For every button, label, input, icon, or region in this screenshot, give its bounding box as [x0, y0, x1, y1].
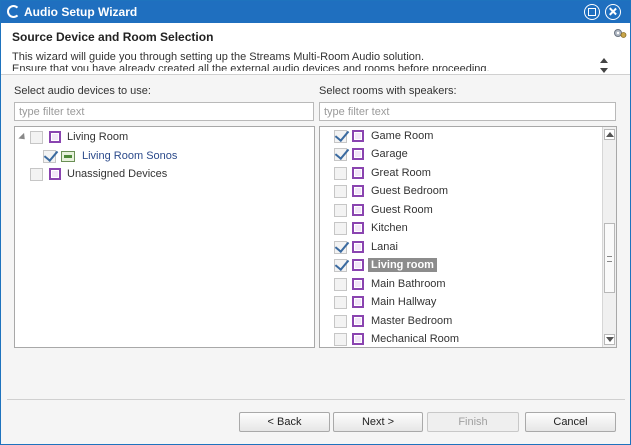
rooms-list: Game Room Garage Great Room Guest Bedroo… [319, 126, 617, 348]
room-icon [49, 168, 61, 180]
list-item-label: Kitchen [371, 222, 408, 234]
back-button[interactable]: < Back [239, 412, 330, 432]
list-item-label: Lanai [371, 241, 398, 253]
room-icon [352, 278, 364, 290]
room-icon [352, 148, 364, 160]
room-icon [352, 222, 364, 234]
footer-divider [7, 399, 625, 400]
list-item-label: Main Hallway [371, 296, 437, 308]
devices-label: Select audio devices to use: [14, 85, 151, 97]
description-line-1: This wizard will guide you through setti… [12, 51, 425, 63]
checkbox[interactable] [334, 296, 347, 309]
checkbox[interactable] [30, 168, 43, 181]
tree-item-label: Living Room [67, 131, 129, 143]
devices-filter-input[interactable] [14, 102, 314, 121]
next-button[interactable]: Next > [333, 412, 423, 432]
checkbox[interactable] [334, 185, 347, 198]
checkbox[interactable] [334, 130, 347, 143]
checkbox[interactable] [334, 222, 347, 235]
room-icon [352, 333, 364, 345]
scroll-up-icon[interactable] [604, 129, 615, 140]
wizard-gear-icon [614, 29, 627, 38]
wizard-header: Source Device and Room Selection This wi… [1, 23, 630, 75]
cancel-button[interactable]: Cancel [525, 412, 616, 432]
list-item-label: Game Room [371, 130, 434, 142]
room-icon [352, 296, 364, 308]
minimize-icon[interactable] [584, 4, 600, 20]
tree-item-label: Unassigned Devices [67, 168, 168, 180]
room-icon [352, 185, 364, 197]
room-icon [352, 315, 364, 327]
expand-arrow-icon[interactable] [18, 132, 28, 143]
checkbox[interactable] [334, 278, 347, 291]
page-description: This wizard will guide you through setti… [12, 51, 597, 71]
list-item-label: Master Bedroom [371, 315, 453, 327]
tree-item-label: Living Room Sonos [82, 150, 178, 162]
list-item-label: Mechanical Room [371, 333, 460, 345]
room-icon [49, 131, 61, 143]
devices-tree: Living Room Living Room Sonos Unassigned… [14, 126, 315, 348]
description-scroll-down-icon[interactable] [599, 67, 609, 75]
scrollbar-thumb[interactable] [604, 223, 615, 293]
app-logo-icon [7, 5, 20, 18]
list-item-label: Guest Room [371, 204, 433, 216]
list-item-label: Main Bathroom [371, 278, 446, 290]
close-icon[interactable] [605, 4, 621, 20]
rooms-scrollbar[interactable] [602, 127, 616, 347]
checkbox[interactable] [30, 131, 43, 144]
checkbox[interactable] [334, 241, 347, 254]
description-line-2: Ensure that you have already created all… [12, 63, 490, 71]
checkbox[interactable] [334, 333, 347, 346]
checkbox[interactable] [43, 150, 56, 163]
window-title: Audio Setup Wizard [24, 5, 138, 19]
description-scroll-up-icon[interactable] [599, 57, 609, 65]
list-item-label: Great Room [371, 167, 431, 179]
title-bar[interactable]: Audio Setup Wizard [1, 1, 630, 23]
page-title: Source Device and Room Selection [12, 30, 214, 44]
room-icon [352, 204, 364, 216]
checkbox[interactable] [334, 148, 347, 161]
scroll-down-icon[interactable] [604, 334, 615, 345]
list-item-label: Guest Bedroom [371, 185, 449, 197]
room-icon [352, 167, 364, 179]
checkbox[interactable] [334, 259, 347, 272]
checkbox[interactable] [334, 315, 347, 328]
wizard-window: Audio Setup Wizard Source Device and Roo… [0, 0, 631, 445]
room-icon [352, 241, 364, 253]
audio-device-icon [61, 151, 75, 162]
room-icon [352, 259, 364, 271]
rooms-filter-input[interactable] [319, 102, 616, 121]
finish-button[interactable]: Finish [427, 412, 519, 432]
list-item-label: Garage [371, 148, 408, 160]
checkbox[interactable] [334, 204, 347, 217]
rooms-label: Select rooms with speakers: [319, 85, 457, 97]
checkbox[interactable] [334, 167, 347, 180]
list-item-label-selected: Living room [368, 258, 437, 272]
room-icon [352, 130, 364, 142]
